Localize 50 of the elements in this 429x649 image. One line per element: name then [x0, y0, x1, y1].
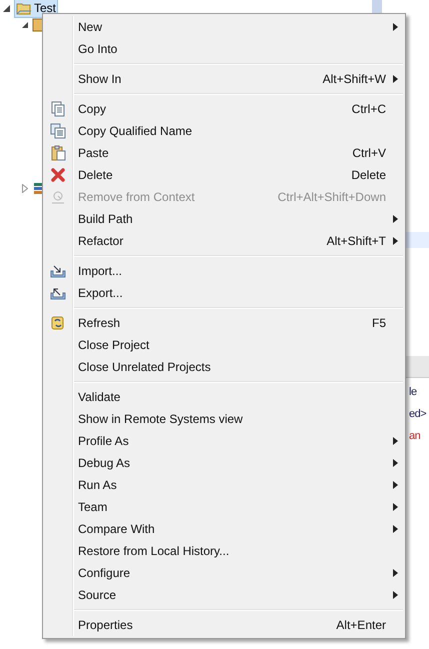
- menu-item[interactable]: Delete Delete: [43, 164, 405, 186]
- shortcut-label: Alt+Shift+T: [326, 233, 386, 250]
- menu-item[interactable]: Validate: [43, 386, 405, 408]
- refresh-icon: [50, 315, 66, 331]
- menu-item[interactable]: Restore from Local History...: [43, 540, 405, 562]
- shortcut-label: Ctrl+V: [352, 145, 386, 162]
- code-text: an: [409, 429, 422, 444]
- code-text: le: [409, 385, 418, 400]
- menu-item[interactable]: Source: [43, 584, 405, 606]
- library-icon: [34, 182, 42, 194]
- menu-item[interactable]: New: [43, 16, 405, 38]
- tree-item[interactable]: Test: [14, 0, 58, 18]
- menu-item[interactable]: Properties Alt+Enter: [43, 614, 405, 636]
- collapsed-arrow-icon: [22, 184, 28, 192]
- code-text: ed>: [409, 407, 426, 422]
- copy-icon: [50, 101, 66, 117]
- expand-arrow-icon[interactable]: [3, 4, 10, 12]
- menu-item[interactable]: Debug As: [43, 452, 405, 474]
- menu-item[interactable]: Show In Alt+Shift+W: [43, 68, 405, 90]
- menu-item[interactable]: Copy Ctrl+C: [43, 98, 405, 120]
- remove-icon: [50, 189, 66, 205]
- close-icon: [50, 167, 66, 183]
- shortcut-label: Alt+Enter: [336, 617, 386, 634]
- menu-item[interactable]: Compare With: [43, 518, 405, 540]
- shortcut-label: F5: [372, 315, 386, 332]
- shortcut-label: Ctrl+C: [352, 101, 386, 118]
- folder-icon: [16, 1, 32, 15]
- clipboard-icon: [50, 145, 66, 161]
- menu-item[interactable]: Import...: [43, 260, 405, 282]
- menu-item[interactable]: Export...: [43, 282, 405, 304]
- menu-item[interactable]: Configure: [43, 562, 405, 584]
- copy-icon: [50, 123, 66, 139]
- menu-item[interactable]: Close Unrelated Projects: [43, 356, 405, 378]
- shortcut-label: Delete: [351, 167, 386, 184]
- menu-item[interactable]: Run As: [43, 474, 405, 496]
- expand-arrow-icon: [22, 22, 28, 28]
- menu-item[interactable]: Close Project: [43, 334, 405, 356]
- menu-item[interactable]: Copy Qualified Name: [43, 120, 405, 142]
- menu-item[interactable]: Build Path: [43, 208, 405, 230]
- menu-item[interactable]: Team: [43, 496, 405, 518]
- menu-item[interactable]: Show in Remote Systems view: [43, 408, 405, 430]
- menu-item[interactable]: Paste Ctrl+V: [43, 142, 405, 164]
- import-icon: [50, 263, 66, 279]
- shortcut-label: Alt+Shift+W: [322, 71, 386, 88]
- menu-item[interactable]: Refresh F5: [43, 312, 405, 334]
- package-icon: [32, 18, 44, 32]
- menu-item[interactable]: Profile As: [43, 430, 405, 452]
- menu-item[interactable]: Refactor Alt+Shift+T: [43, 230, 405, 252]
- menu-item[interactable]: Go Into: [43, 38, 405, 60]
- shortcut-label: Ctrl+Alt+Shift+Down: [278, 189, 386, 206]
